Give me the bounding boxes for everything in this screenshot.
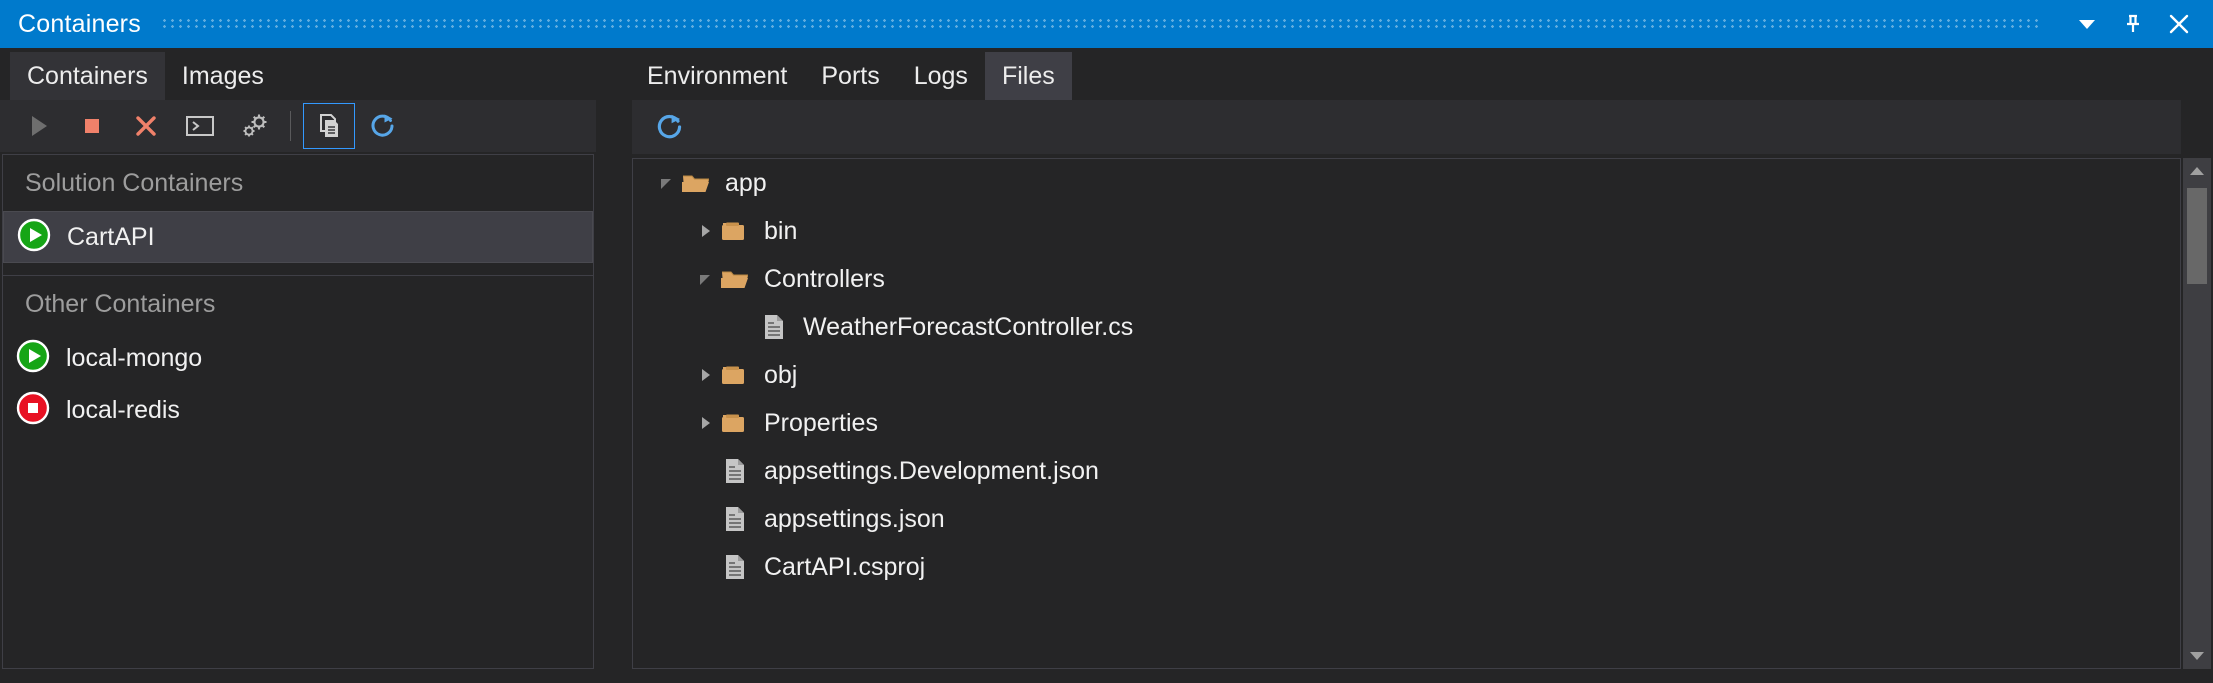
- terminal-icon[interactable]: [174, 103, 226, 149]
- folder-open-icon: [681, 170, 711, 196]
- refresh-icon[interactable]: [644, 104, 696, 150]
- folder-closed-icon: [720, 362, 750, 388]
- status-running-icon: [16, 339, 50, 378]
- file-tree: app bin Controllers WeatherForecastContr…: [632, 158, 2181, 669]
- window-title: Containers: [18, 9, 141, 38]
- file-tree-scrollbar[interactable]: [2183, 158, 2211, 669]
- tab-files[interactable]: Files: [984, 52, 1072, 100]
- expander-expanded-icon[interactable]: [651, 168, 681, 198]
- refresh-icon[interactable]: [357, 103, 409, 149]
- files-toolbar: [632, 100, 2181, 154]
- tab-images[interactable]: Images: [165, 52, 281, 100]
- file-icon: [759, 314, 789, 340]
- settings-gears-icon[interactable]: [228, 103, 280, 149]
- tab-images-label: Images: [181, 61, 264, 90]
- list-item-local-mongo[interactable]: local-mongo: [3, 332, 593, 384]
- status-stopped-icon: [16, 391, 50, 430]
- close-icon[interactable]: [2157, 2, 2201, 46]
- tree-item-appsettings-development-json[interactable]: appsettings.Development.json: [633, 447, 2180, 495]
- tree-item-app[interactable]: app: [633, 159, 2180, 207]
- scroll-up-arrow-icon[interactable]: [2183, 158, 2211, 184]
- pane-splitter[interactable]: [596, 48, 630, 671]
- group-header-solution-containers: Solution Containers: [3, 155, 593, 211]
- tab-environment[interactable]: Environment: [630, 52, 804, 100]
- chevron-down-icon[interactable]: [2065, 2, 2109, 46]
- tool-window-title-bar: Containers: [0, 0, 2213, 48]
- file-icon: [720, 506, 750, 532]
- list-item-local-redis[interactable]: local-redis: [3, 384, 593, 436]
- expander-collapsed-icon[interactable]: [690, 408, 720, 438]
- tree-item-obj[interactable]: obj: [633, 351, 2180, 399]
- toolbar-separator: [290, 111, 291, 141]
- tab-containers-label: Containers: [27, 61, 148, 90]
- containers-toolbar: [0, 100, 596, 152]
- tab-containers[interactable]: Containers: [10, 52, 165, 100]
- title-drag-grip: [162, 18, 2043, 30]
- stop-icon[interactable]: [66, 103, 118, 149]
- containers-pane: Containers Images Solution Containers Ca…: [0, 48, 596, 671]
- tree-item-label: appsettings.Development.json: [764, 456, 1099, 485]
- tree-item-label: obj: [764, 360, 798, 389]
- expander-collapsed-icon[interactable]: [690, 360, 720, 390]
- tree-item-properties[interactable]: Properties: [633, 399, 2180, 447]
- tree-item-label: app: [725, 168, 767, 197]
- tab-logs[interactable]: Logs: [897, 52, 985, 100]
- list-item-cartapi[interactable]: CartAPI: [3, 211, 593, 263]
- tree-item-label: Controllers: [764, 264, 885, 293]
- tree-item-controllers[interactable]: Controllers: [633, 255, 2180, 303]
- containers-list: Solution Containers CartAPI Other Contai…: [2, 154, 594, 669]
- tree-item-label: CartAPI.csproj: [764, 552, 926, 581]
- list-item-label: local-redis: [66, 395, 180, 424]
- tree-item-label: WeatherForecastController.cs: [803, 312, 1134, 341]
- list-item-label: local-mongo: [66, 343, 203, 372]
- container-details-pane: Environment Ports Logs Files app bin Con…: [630, 48, 2213, 671]
- tree-item-bin[interactable]: bin: [633, 207, 2180, 255]
- group-header-label: Other Containers: [25, 289, 216, 318]
- left-tabstrip: Containers Images: [0, 48, 596, 100]
- folder-open-icon: [720, 266, 750, 292]
- tree-item-label: appsettings.json: [764, 504, 945, 533]
- file-icon: [720, 458, 750, 484]
- file-icon: [720, 554, 750, 580]
- files-copy-icon[interactable]: [303, 103, 355, 149]
- group-header-other-containers: Other Containers: [3, 276, 593, 332]
- tree-item-label: bin: [764, 216, 798, 245]
- tab-environment-label: Environment: [647, 61, 788, 90]
- tree-item-weatherforecastcontroller-cs[interactable]: WeatherForecastController.cs: [633, 303, 2180, 351]
- tab-ports[interactable]: Ports: [804, 52, 896, 100]
- list-item-label: CartAPI: [67, 222, 155, 251]
- play-icon[interactable]: [12, 103, 64, 149]
- details-tabstrip: Environment Ports Logs Files: [630, 48, 2213, 100]
- remove-icon[interactable]: [120, 103, 172, 149]
- scrollbar-thumb[interactable]: [2187, 188, 2207, 284]
- tab-files-label: Files: [1001, 61, 1055, 90]
- tree-item-appsettings-json[interactable]: appsettings.json: [633, 495, 2180, 543]
- scroll-down-arrow-icon[interactable]: [2183, 643, 2211, 669]
- group-header-label: Solution Containers: [25, 168, 244, 197]
- status-running-icon: [17, 218, 51, 257]
- tool-window-body: Containers Images Solution Containers Ca…: [0, 48, 2213, 683]
- folder-closed-icon: [720, 410, 750, 436]
- tree-item-cartapi-csproj[interactable]: CartAPI.csproj: [633, 543, 2180, 591]
- expander-collapsed-icon[interactable]: [690, 216, 720, 246]
- pin-icon[interactable]: [2111, 2, 2155, 46]
- expander-expanded-icon[interactable]: [690, 264, 720, 294]
- tab-ports-label: Ports: [821, 61, 880, 90]
- tab-logs-label: Logs: [913, 61, 968, 90]
- folder-closed-icon: [720, 218, 750, 244]
- tree-item-label: Properties: [764, 408, 878, 437]
- title-bar-buttons: [2065, 2, 2201, 46]
